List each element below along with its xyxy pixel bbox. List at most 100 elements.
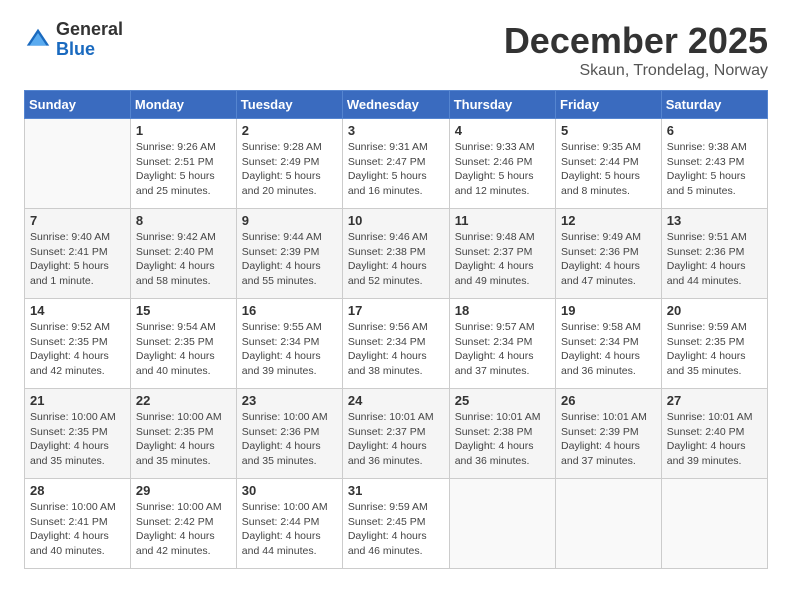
weekday-header-monday: Monday: [130, 91, 236, 119]
calendar-cell: 18Sunrise: 9:57 AM Sunset: 2:34 PM Dayli…: [449, 299, 555, 389]
day-info: Sunrise: 10:01 AM Sunset: 2:40 PM Daylig…: [667, 410, 762, 469]
day-number: 5: [561, 123, 656, 138]
calendar-cell: [661, 479, 767, 569]
day-info: Sunrise: 10:01 AM Sunset: 2:37 PM Daylig…: [348, 410, 444, 469]
weekday-header-saturday: Saturday: [661, 91, 767, 119]
calendar-week-4: 21 Sunrise: 10:00 AM Sunset: 2:35 PM Dayl…: [25, 389, 768, 479]
day-info: Sunrise: 9:58 AM Sunset: 2:34 PM Dayligh…: [561, 320, 656, 379]
day-number: 17: [348, 303, 444, 318]
calendar-week-2: 7Sunrise: 9:40 AM Sunset: 2:41 PM Daylig…: [25, 209, 768, 299]
weekday-header-tuesday: Tuesday: [236, 91, 342, 119]
day-info: Sunrise: 9:40 AM Sunset: 2:41 PM Dayligh…: [30, 230, 125, 289]
calendar-cell: 1Sunrise: 9:26 AM Sunset: 2:51 PM Daylig…: [130, 119, 236, 209]
calendar-week-3: 14 Sunrise: 9:52 AM Sunset: 2:35 PM Dayli…: [25, 299, 768, 389]
day-info: Sunrise: 10:01 AM Sunset: 2:38 PM Daylig…: [455, 410, 550, 469]
day-number: 20: [667, 303, 762, 318]
calendar-cell: 25 Sunrise: 10:01 AM Sunset: 2:38 PM Dayl…: [449, 389, 555, 479]
day-number: 21: [30, 393, 125, 408]
logo-text: General Blue: [56, 20, 123, 60]
logo-icon: [24, 26, 52, 54]
day-number: 19: [561, 303, 656, 318]
calendar-cell: 8 Sunrise: 9:42 AM Sunset: 2:40 PM Daylig…: [130, 209, 236, 299]
calendar-cell: 29Sunrise: 10:00 AM Sunset: 2:42 PM Dayl…: [130, 479, 236, 569]
day-number: 9: [242, 213, 337, 228]
month-title: December 2025: [504, 20, 768, 62]
day-info: Sunrise: 9:49 AM Sunset: 2:36 PM Dayligh…: [561, 230, 656, 289]
page-header: General Blue December 2025 Skaun, Tronde…: [24, 20, 768, 80]
logo-general: General: [56, 19, 123, 39]
title-area: December 2025 Skaun, Trondelag, Norway: [504, 20, 768, 80]
day-number: 14: [30, 303, 125, 318]
calendar-week-5: 28Sunrise: 10:00 AM Sunset: 2:41 PM Dayl…: [25, 479, 768, 569]
day-info: Sunrise: 9:55 AM Sunset: 2:34 PM Dayligh…: [242, 320, 337, 379]
calendar-cell: 26 Sunrise: 10:01 AM Sunset: 2:39 PM Dayl…: [556, 389, 662, 479]
day-number: 30: [242, 483, 337, 498]
day-number: 25: [455, 393, 550, 408]
calendar-cell: 31 Sunrise: 9:59 AM Sunset: 2:45 PM Dayli…: [342, 479, 449, 569]
day-number: 22: [136, 393, 231, 408]
calendar-cell: 11Sunrise: 9:48 AM Sunset: 2:37 PM Dayli…: [449, 209, 555, 299]
calendar-cell: 10Sunrise: 9:46 AM Sunset: 2:38 PM Dayli…: [342, 209, 449, 299]
day-info: Sunrise: 9:54 AM Sunset: 2:35 PM Dayligh…: [136, 320, 231, 379]
day-number: 23: [242, 393, 337, 408]
day-info: Sunrise: 9:42 AM Sunset: 2:40 PM Dayligh…: [136, 230, 231, 289]
day-number: 26: [561, 393, 656, 408]
calendar-cell: 2 Sunrise: 9:28 AM Sunset: 2:49 PM Daylig…: [236, 119, 342, 209]
day-number: 2: [242, 123, 337, 138]
day-info: Sunrise: 9:44 AM Sunset: 2:39 PM Dayligh…: [242, 230, 337, 289]
day-info: Sunrise: 9:57 AM Sunset: 2:34 PM Dayligh…: [455, 320, 550, 379]
calendar-cell: 3Sunrise: 9:31 AM Sunset: 2:47 PM Daylig…: [342, 119, 449, 209]
calendar-cell: 21Sunrise: 10:00 AM Sunset: 2:35 PM Dayl…: [25, 389, 131, 479]
day-info: Sunrise: 9:56 AM Sunset: 2:34 PM Dayligh…: [348, 320, 444, 379]
calendar-cell: 27 Sunrise: 10:01 AM Sunset: 2:40 PM Dayl…: [661, 389, 767, 479]
day-info: Sunrise: 9:52 AM Sunset: 2:35 PM Dayligh…: [30, 320, 125, 379]
day-info: Sunrise: 9:28 AM Sunset: 2:49 PM Dayligh…: [242, 140, 337, 199]
calendar-cell: 23 Sunrise: 10:00 AM Sunset: 2:36 PM Dayl…: [236, 389, 342, 479]
day-number: 4: [455, 123, 550, 138]
calendar-cell: 28Sunrise: 10:00 AM Sunset: 2:41 PM Dayl…: [25, 479, 131, 569]
calendar-cell: 17 Sunrise: 9:56 AM Sunset: 2:34 PM Dayli…: [342, 299, 449, 389]
day-number: 31: [348, 483, 444, 498]
day-info: Sunrise: 9:59 AM Sunset: 2:45 PM Dayligh…: [348, 500, 444, 559]
calendar-cell: 14 Sunrise: 9:52 AM Sunset: 2:35 PM Dayli…: [25, 299, 131, 389]
day-number: 13: [667, 213, 762, 228]
day-number: 8: [136, 213, 231, 228]
day-number: 12: [561, 213, 656, 228]
calendar-cell: 13 Sunrise: 9:51 AM Sunset: 2:36 PM Dayli…: [661, 209, 767, 299]
day-info: Sunrise: 10:00 AM Sunset: 2:44 PM Daylig…: [242, 500, 337, 559]
day-number: 6: [667, 123, 762, 138]
day-info: Sunrise: 9:59 AM Sunset: 2:35 PM Dayligh…: [667, 320, 762, 379]
weekday-header-friday: Friday: [556, 91, 662, 119]
calendar-cell: [449, 479, 555, 569]
calendar-cell: 30 Sunrise: 10:00 AM Sunset: 2:44 PM Dayl…: [236, 479, 342, 569]
day-info: Sunrise: 10:01 AM Sunset: 2:39 PM Daylig…: [561, 410, 656, 469]
calendar-cell: 5 Sunrise: 9:35 AM Sunset: 2:44 PM Daylig…: [556, 119, 662, 209]
weekday-header-wednesday: Wednesday: [342, 91, 449, 119]
calendar-header-row: SundayMondayTuesdayWednesdayThursdayFrid…: [25, 91, 768, 119]
day-number: 10: [348, 213, 444, 228]
day-info: Sunrise: 9:38 AM Sunset: 2:43 PM Dayligh…: [667, 140, 762, 199]
day-number: 3: [348, 123, 444, 138]
calendar-table: SundayMondayTuesdayWednesdayThursdayFrid…: [24, 90, 768, 569]
calendar-cell: 20 Sunrise: 9:59 AM Sunset: 2:35 PM Dayli…: [661, 299, 767, 389]
weekday-header-sunday: Sunday: [25, 91, 131, 119]
calendar-cell: [25, 119, 131, 209]
calendar-cell: 9 Sunrise: 9:44 AM Sunset: 2:39 PM Daylig…: [236, 209, 342, 299]
day-info: Sunrise: 9:51 AM Sunset: 2:36 PM Dayligh…: [667, 230, 762, 289]
day-number: 28: [30, 483, 125, 498]
day-info: Sunrise: 9:26 AM Sunset: 2:51 PM Dayligh…: [136, 140, 231, 199]
calendar-cell: 15Sunrise: 9:54 AM Sunset: 2:35 PM Dayli…: [130, 299, 236, 389]
day-info: Sunrise: 9:35 AM Sunset: 2:44 PM Dayligh…: [561, 140, 656, 199]
day-info: Sunrise: 10:00 AM Sunset: 2:36 PM Daylig…: [242, 410, 337, 469]
calendar-cell: 4Sunrise: 9:33 AM Sunset: 2:46 PM Daylig…: [449, 119, 555, 209]
calendar-cell: 19 Sunrise: 9:58 AM Sunset: 2:34 PM Dayli…: [556, 299, 662, 389]
logo-blue: Blue: [56, 39, 95, 59]
day-number: 27: [667, 393, 762, 408]
calendar-cell: 22 Sunrise: 10:00 AM Sunset: 2:35 PM Dayl…: [130, 389, 236, 479]
location-title: Skaun, Trondelag, Norway: [504, 62, 768, 80]
calendar-cell: 24Sunrise: 10:01 AM Sunset: 2:37 PM Dayl…: [342, 389, 449, 479]
day-number: 29: [136, 483, 231, 498]
calendar-cell: 16Sunrise: 9:55 AM Sunset: 2:34 PM Dayli…: [236, 299, 342, 389]
day-info: Sunrise: 10:00 AM Sunset: 2:35 PM Daylig…: [136, 410, 231, 469]
calendar-cell: 7Sunrise: 9:40 AM Sunset: 2:41 PM Daylig…: [25, 209, 131, 299]
